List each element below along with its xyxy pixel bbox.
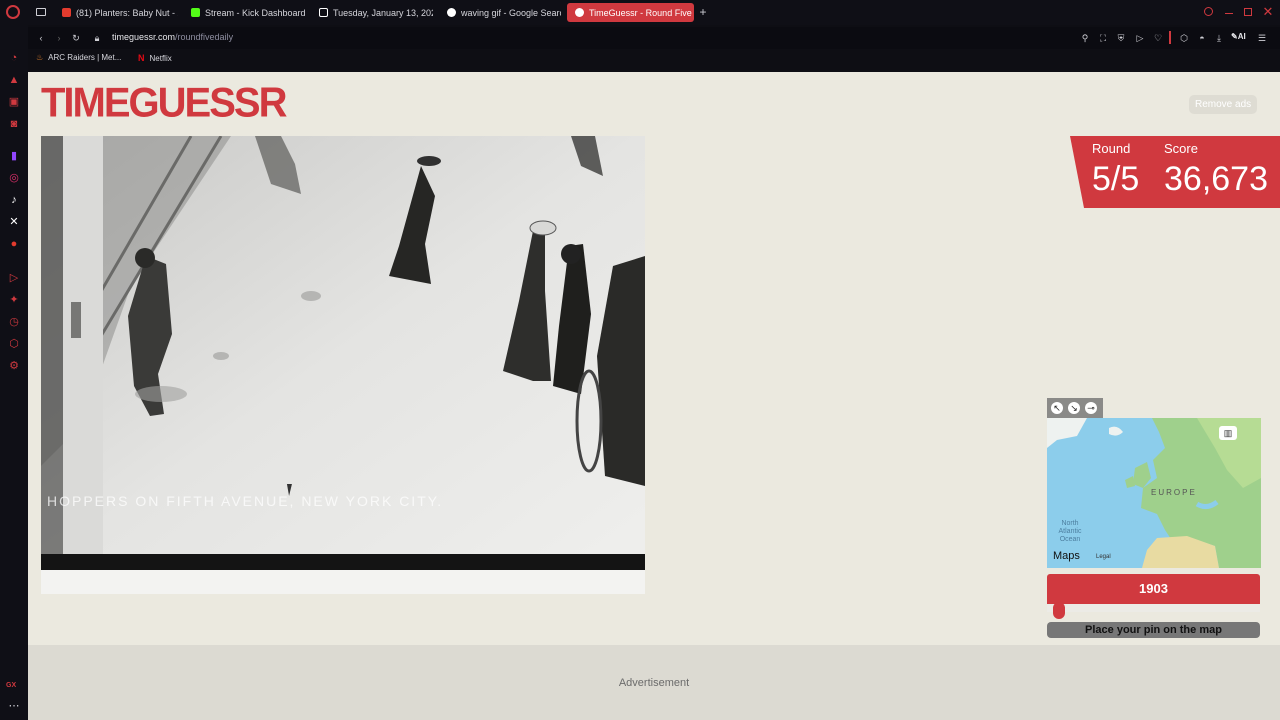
year-display: 1903 [1047,574,1260,604]
x-icon[interactable]: ✕ [8,216,20,228]
tab-google[interactable]: waving gif - Google Searc [439,3,561,22]
kick-icon [191,8,200,17]
pin-map-icon[interactable]: ⊸ [1085,402,1097,414]
shrink-map-icon[interactable]: ↘ [1068,402,1080,414]
opera-logo-icon[interactable] [6,5,20,19]
timeguessr-icon [575,8,584,17]
back-icon[interactable]: ‹ [36,33,46,43]
messenger-icon[interactable]: ◙ [8,118,20,130]
round-value: 5/5 [1092,160,1140,198]
round-photo: HOPPERS ON FIFTH AVENUE, NEW YORK CITY. [41,136,645,570]
bookmark-netflix[interactable]: N Netflix [138,53,172,63]
play-icon[interactable]: ▷ [1135,33,1145,43]
tab-label: (81) Planters: Baby Nut - 2 [76,7,178,18]
guess-map[interactable]: ▥ EUROPE North Atlantic Ocean Maps Legal [1047,418,1261,568]
youtube-music-icon[interactable]: ● [8,238,20,250]
speed-dial-icon[interactable]: ◔ [8,52,20,64]
calendar-icon [319,8,328,17]
tab-label: Tuesday, January 13, 2026 [333,7,433,18]
bookmark-arc-raiders[interactable]: ♨ ARC Raiders | Met... [36,53,121,62]
tab-timeguessr[interactable]: TimeGuessr - Round Five [567,3,694,22]
toolbar-divider [1169,31,1171,44]
browser-tab-bar: (81) Planters: Baby Nut - 2 Stream - Kic… [0,0,1280,25]
menu-icon[interactable]: ☰ [1257,33,1267,43]
map-ocean-label: North Atlantic Ocean [1058,520,1082,543]
netflix-icon: N [138,53,145,63]
lock-icon: 🔒︎ [94,33,100,43]
reload-icon[interactable]: ↻ [71,33,81,43]
photo-bottom-strip [41,570,645,594]
forward-icon[interactable]: › [54,33,64,43]
url-field[interactable]: timeguessr.com/roundfivedaily [112,32,233,42]
bookmark-label: ARC Raiders | Met... [48,53,122,62]
ai-button[interactable]: ✎AI [1231,32,1246,41]
bookmark-pin-icon[interactable]: ⚲ [1080,33,1090,43]
map-mode-icon[interactable]: ▥ [1219,426,1237,440]
tab-kick[interactable]: Stream - Kick Dashboard [183,3,305,22]
heart-icon[interactable]: ♡ [1153,33,1163,43]
url-path: /roundfivedaily [175,32,234,42]
gx-label: GX [6,682,17,689]
maps-legal-link[interactable]: Legal [1096,554,1111,560]
search-icon[interactable] [1204,7,1213,16]
tab-overview-icon[interactable] [36,8,46,16]
advertisement-label: Advertisement [618,677,690,689]
tab-label: TimeGuessr - Round Five [589,7,692,18]
google-icon [447,8,456,17]
ai-label: AI [1237,32,1246,41]
gx-corner-icon[interactable]: ▣ [8,96,20,108]
new-tab-button[interactable]: + [697,6,709,18]
minimize-icon[interactable] [1225,13,1233,14]
profile-icon[interactable]: ◓ [1197,33,1207,43]
more-options-icon[interactable]: ⋯ [8,700,20,712]
advertisement-area: Advertisement [28,645,1280,720]
tab-calendar[interactable]: Tuesday, January 13, 2026 [311,3,433,22]
score-label: Score [1164,141,1198,156]
photo-caption: HOPPERS ON FIFTH AVENUE, NEW YORK CITY. [47,493,443,509]
pin-icon[interactable]: ✦ [8,294,20,306]
settings-icon[interactable]: ⚙ [8,360,20,372]
twitch-icon[interactable]: ▮ [8,150,20,162]
youtube-icon [62,8,71,17]
maps-brand: Maps [1053,550,1080,562]
flame-icon: ♨ [36,53,44,62]
year-slider-thumb[interactable] [1053,602,1066,619]
gx-control-icon[interactable]: ▲ [8,74,20,86]
player-icon[interactable]: ▷ [8,272,20,284]
address-bar: ‹ › ↻ 🔒︎ timeguessr.com/roundfivedaily ⚲… [28,27,1280,49]
extensions-toolbar-icon[interactable]: ⬡ [1179,33,1189,43]
score-value: 36,673 [1164,160,1268,198]
page-content: TIMEGUESSR Remove ads HOPPERS ON FIFTH A… [28,72,1280,720]
close-icon[interactable]: ✕ [1262,5,1274,19]
map-controls: ↖ ↘ ⊸ [1047,398,1103,418]
browser-sidebar: ◔ ▲ ▣ ◙ ▮ ◎ ♪ ✕ ● ▷ ✦ ◷ ⬡ ⚙ GX ⋯ [0,25,28,720]
snapshot-icon[interactable]: ⛶ [1098,33,1108,43]
instagram-icon[interactable]: ◎ [8,172,20,184]
timeguessr-logo[interactable]: TIMEGUESSR [41,82,287,124]
download-icon[interactable]: ⤓ [1214,33,1224,43]
place-pin-button[interactable]: Place your pin on the map [1047,622,1260,638]
remove-ads-button[interactable]: Remove ads [1189,95,1258,114]
expand-map-icon[interactable]: ↖ [1051,402,1063,414]
score-card: Round Score 5/5 36,673 [1070,136,1280,208]
extensions-icon[interactable]: ⬡ [8,338,20,350]
history-icon[interactable]: ◷ [8,316,20,328]
year-slider-track[interactable] [1047,604,1260,612]
bookmark-label: Netflix [149,53,172,63]
tab-label: waving gif - Google Searc [461,7,561,18]
shield-icon[interactable]: ⛨ [1116,33,1126,43]
restore-icon[interactable] [1244,8,1252,16]
tab-label: Stream - Kick Dashboard [205,7,305,18]
url-host: timeguessr.com [112,32,176,42]
bookmarks-bar: ♨ ARC Raiders | Met... N Netflix [28,51,1280,69]
apple-maps-logo: Maps [1053,550,1080,562]
round-label: Round [1092,141,1131,156]
tab-youtube[interactable]: (81) Planters: Baby Nut - 2 [54,3,178,22]
map-region-label: EUROPE [1151,488,1197,497]
historic-street-photo: HOPPERS ON FIFTH AVENUE, NEW YORK CITY. [41,136,645,570]
tiktok-icon[interactable]: ♪ [8,194,20,206]
